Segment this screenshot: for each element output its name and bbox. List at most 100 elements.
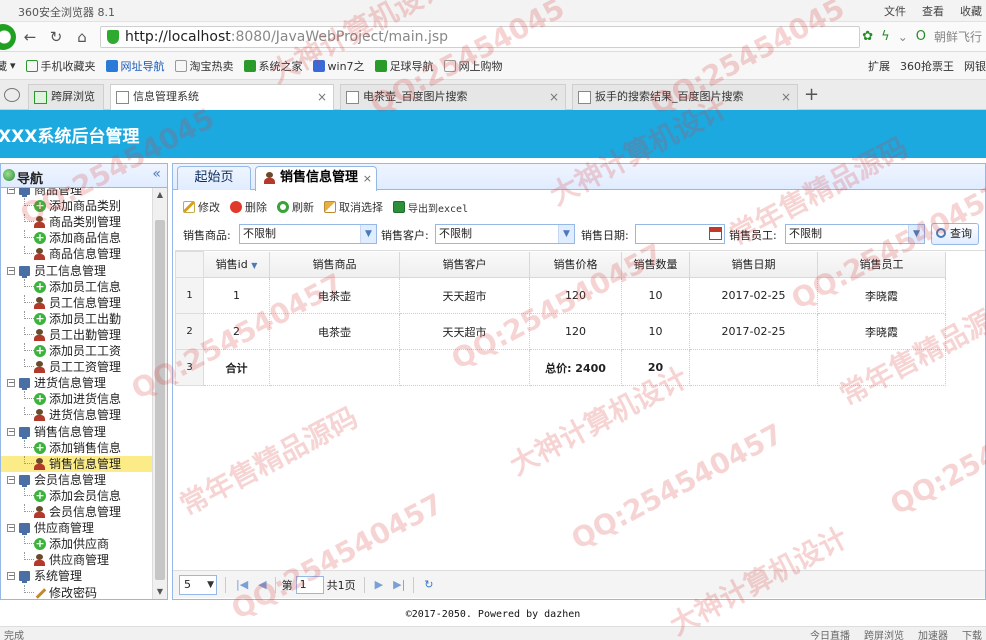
tree-item[interactable]: 商品类别管理 [1, 214, 153, 230]
tree-item[interactable]: 员工信息管理 [1, 294, 153, 311]
collapse-icon[interactable]: « [152, 166, 161, 182]
bookmark-ticket[interactable]: 360抢票王 [900, 58, 954, 74]
tree-group[interactable]: − 系统管理 [1, 568, 153, 584]
browser-home-icon[interactable] [4, 88, 20, 102]
search-button[interactable]: 查询 [931, 223, 979, 245]
lightning-icon[interactable]: ϟ [881, 29, 890, 44]
tree-item[interactable]: + 添加员工工资 [1, 343, 153, 359]
tree-item[interactable]: + 添加商品类别 [1, 198, 153, 214]
tab-close-icon[interactable]: × [781, 85, 791, 109]
prev-page-icon[interactable]: ◀ [258, 578, 266, 591]
employee-filter-select[interactable]: 不限制 ▼ [785, 224, 925, 244]
bookmark-extensions[interactable]: 扩展 [868, 58, 890, 74]
browser-tab-kettle[interactable]: 电茶壶_百度图片搜索 × [340, 84, 566, 110]
back-arrow-icon[interactable]: ← [20, 27, 40, 47]
bookmark-mobile[interactable]: 手机收藏夹 [25, 58, 96, 74]
browser-tab-active[interactable]: 信息管理系统 × [110, 84, 334, 110]
refresh-button[interactable]: 刷新 [277, 199, 314, 215]
leaf-icon[interactable]: ✿ [862, 29, 873, 44]
col-header-price[interactable]: 销售价格 [529, 251, 622, 278]
date-filter-input[interactable] [635, 224, 725, 244]
col-header-date[interactable]: 销售日期 [689, 251, 818, 278]
bookmark-shopping[interactable]: 网上购物 [443, 58, 503, 74]
tree-item[interactable]: 供应商管理 [1, 552, 153, 568]
browser-menu-file[interactable]: 文件 [884, 3, 906, 19]
page-number-input[interactable]: 1 [295, 575, 324, 594]
sidebar-scrollbar[interactable]: ▲ ▼ [152, 188, 167, 599]
tree-item[interactable]: + 添加进货信息 [1, 391, 153, 407]
tab-start-page[interactable]: 起始页 [177, 166, 251, 190]
collapse-toggle-icon[interactable]: − [7, 379, 15, 388]
collapse-toggle-icon[interactable]: − [7, 475, 15, 484]
first-page-icon[interactable]: |◀ [236, 578, 248, 591]
chevron-down-icon[interactable]: ▼ [558, 225, 574, 243]
bookmark-bank[interactable]: 网银 [964, 58, 986, 74]
tab-close-icon[interactable]: × [317, 85, 327, 109]
delete-button[interactable]: 删除 [230, 199, 267, 215]
table-row[interactable]: 3 合计 总价: 2400 20 [175, 349, 946, 386]
new-tab-plus-icon[interactable]: + [804, 84, 819, 105]
bookmark-football[interactable]: 足球导航 [374, 58, 434, 74]
tree-item[interactable]: + 添加会员信息 [1, 487, 153, 504]
status-accelerator[interactable]: 加速器 [918, 627, 948, 640]
tree-item[interactable]: 销售信息管理 [1, 455, 153, 472]
collapse-toggle-icon[interactable]: − [7, 266, 15, 275]
tree-group[interactable]: − 进货信息管理 [1, 375, 153, 391]
scroll-down-icon[interactable]: ▼ [153, 585, 167, 599]
dropdown-chevron-icon[interactable]: ⌄ [898, 30, 908, 44]
reload-page-icon[interactable]: ↻ [424, 578, 433, 591]
reload-icon[interactable]: ↻ [46, 27, 66, 47]
tree-item[interactable]: 进货信息管理 [1, 407, 153, 423]
bookmark-nav[interactable]: 网址导航 [105, 58, 165, 74]
chevron-down-icon[interactable]: ▼ [360, 225, 376, 243]
next-page-icon[interactable]: ▶ [375, 578, 383, 591]
browser-menu-favorites[interactable]: 收藏 [960, 3, 982, 19]
chevron-down-icon[interactable]: ▼ [207, 576, 214, 594]
tab-close-icon[interactable]: × [363, 168, 372, 190]
tree-item[interactable]: + 添加员工出勤 [1, 310, 153, 327]
table-row[interactable]: 2 2 电茶壶 天天超市 120 10 2017-02-25 李晓霞 [175, 313, 946, 350]
scroll-up-icon[interactable]: ▲ [153, 188, 167, 202]
tree-item[interactable]: 员工工资管理 [1, 359, 153, 375]
tree-item[interactable]: 修改密码 [1, 584, 153, 599]
status-crossscreen[interactable]: 跨屏浏览 [864, 627, 904, 640]
tree-item[interactable]: + 添加销售信息 [1, 439, 153, 456]
page-size-select[interactable]: 5 ▼ [179, 574, 217, 595]
cancel-select-button[interactable]: 取消选择 [324, 199, 383, 215]
table-row[interactable]: 1 1 电茶壶 天天超市 120 10 2017-02-25 李晓霞 [175, 277, 946, 314]
col-header-quantity[interactable]: 销售数量 [621, 251, 690, 278]
col-header-customer[interactable]: 销售客户 [399, 251, 530, 278]
collapse-toggle-icon[interactable]: − [7, 572, 15, 581]
customer-filter-select[interactable]: 不限制 ▼ [435, 224, 575, 244]
home-icon[interactable]: ⌂ [72, 27, 92, 47]
tree-item[interactable]: + 添加商品信息 [1, 230, 153, 246]
search-suggestion[interactable]: 朝鲜飞行 [934, 28, 982, 45]
col-header-id[interactable]: 销售id ▼ [203, 251, 270, 278]
col-header-product[interactable]: 销售商品 [269, 251, 400, 278]
bookmark-win7[interactable]: win7之 [312, 58, 365, 74]
search-engine-icon[interactable]: O [916, 29, 926, 44]
tree-group[interactable]: − 供应商管理 [1, 520, 153, 536]
bookmark-taobao[interactable]: 淘宝热卖 [174, 58, 234, 74]
tree-item[interactable]: 员工出勤管理 [1, 326, 153, 343]
browser-menu-view[interactable]: 查看 [922, 3, 944, 19]
tree-group[interactable]: − 员工信息管理 [1, 263, 153, 279]
status-live[interactable]: 今日直播 [810, 627, 850, 640]
sort-caret-icon[interactable]: ▼ [251, 261, 257, 270]
status-download[interactable]: 下载 [962, 627, 982, 640]
tree-item[interactable]: + 添加供应商 [1, 536, 153, 552]
tab-close-icon[interactable]: × [549, 85, 559, 109]
tree-group[interactable]: − 销售信息管理 [1, 424, 153, 440]
scrollbar-thumb[interactable] [155, 220, 165, 580]
url-input[interactable]: http://localhost:8080/JavaWebProject/mai… [100, 26, 860, 48]
tree-group[interactable]: − 商品管理 [1, 188, 153, 198]
tree-item[interactable]: + 添加员工信息 [1, 278, 153, 295]
product-filter-select[interactable]: 不限制 ▼ [239, 224, 377, 244]
col-header-employee[interactable]: 销售员工 [817, 251, 946, 278]
bookmark-xitong[interactable]: 系统之家 [243, 58, 303, 74]
tree-item[interactable]: 会员信息管理 [1, 504, 153, 520]
tree-group[interactable]: − 会员信息管理 [1, 472, 153, 488]
browser-tab-wrench[interactable]: 扳手的搜索结果_百度图片搜索 × [572, 84, 798, 110]
browser-tab-crossscreen[interactable]: 跨屏浏览 [28, 84, 104, 110]
export-excel-button[interactable]: 导出到excel [393, 200, 468, 215]
